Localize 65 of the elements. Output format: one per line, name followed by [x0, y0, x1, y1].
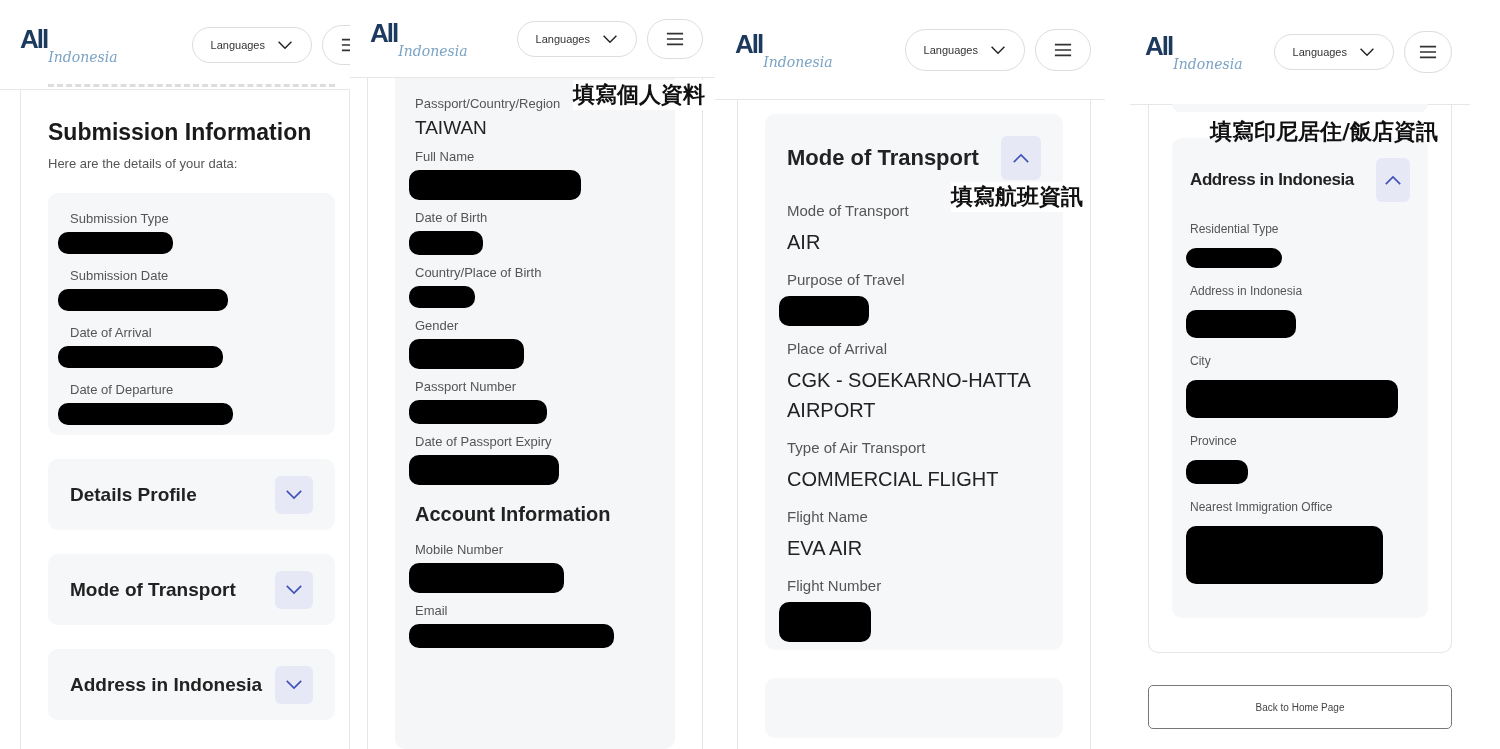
- chevron-down-icon: [285, 584, 303, 595]
- field-label: Province: [1190, 434, 1238, 448]
- field-value: TAIWAN: [415, 117, 488, 139]
- field-label: Passport/Country/Region: [415, 96, 562, 111]
- annotation-text: 填寫個人資料: [573, 80, 705, 110]
- field-label: Address in Indonesia: [1190, 284, 1304, 298]
- languages-button[interactable]: Languages: [1273, 34, 1394, 70]
- chevron-down-icon: [285, 489, 303, 500]
- field-label: Flight Name: [787, 508, 869, 525]
- chevron-up-icon: [1012, 152, 1030, 164]
- subsection-title: Account Information: [415, 503, 612, 526]
- chevron-down-icon: [285, 679, 303, 690]
- field-label: Country/Place of Birth: [415, 265, 543, 280]
- field-label: Nearest Immigration Office: [1190, 500, 1334, 514]
- field-label: Passport Number: [415, 379, 518, 394]
- accordion-title: Mode of Transport: [70, 578, 236, 601]
- field-label: Date of Departure: [69, 382, 175, 397]
- chevron-down-icon: [990, 44, 1006, 55]
- field-label: Submission Date: [69, 268, 170, 283]
- accordion-title: Details Profile: [70, 483, 197, 506]
- field-value: CGK - SOEKARNO-HATTA AIRPORT: [787, 368, 1032, 423]
- field-label: Full Name: [415, 149, 476, 164]
- field-value: AIR: [787, 230, 822, 255]
- chevron-down-icon: [1359, 47, 1375, 57]
- accordion-title: Address in Indonesia: [70, 673, 263, 696]
- accordion-toggle[interactable]: [1376, 158, 1410, 202]
- accordion-toggle[interactable]: [275, 665, 313, 704]
- menu-button[interactable]: [1035, 28, 1091, 71]
- field-label: Residential Type: [1190, 222, 1280, 236]
- field-label: Type of Air Transport: [787, 439, 927, 456]
- field-value: EVA AIR: [787, 536, 864, 561]
- field-label: Submission Type: [69, 211, 170, 226]
- field-value: COMMERCIAL FLIGHT: [787, 467, 1000, 492]
- menu-icon: [1054, 42, 1072, 57]
- field-label: Date of Arrival: [69, 325, 153, 340]
- field-label: Date of Birth: [415, 210, 489, 225]
- field-label: Mobile Number: [415, 542, 505, 557]
- field-label: Flight Number: [787, 577, 883, 594]
- menu-button[interactable]: [1404, 31, 1452, 73]
- accordion-title: Address in Indonesia: [1190, 170, 1354, 190]
- accordion-toggle[interactable]: [275, 570, 313, 609]
- section-title: Submission Information: [48, 119, 313, 146]
- menu-icon: [666, 31, 684, 46]
- languages-button[interactable]: Languages: [904, 28, 1025, 71]
- field-label: City: [1190, 354, 1212, 368]
- annotation-text: 填寫印尼居住/飯店資訊: [1209, 118, 1438, 146]
- annotation-text: 填寫航班資訊: [951, 182, 1083, 212]
- languages-button[interactable]: Languages: [516, 20, 637, 57]
- field-label: Email: [415, 603, 449, 618]
- chevron-down-icon: [602, 33, 618, 44]
- field-label: Mode of Transport: [787, 202, 910, 219]
- chevron-up-icon: [1384, 174, 1402, 186]
- section-subtitle: Here are the details of your data:: [48, 156, 239, 171]
- accordion-title: Mode of Transport: [787, 145, 979, 171]
- accordion-toggle[interactable]: [275, 475, 313, 514]
- field-label: Date of Passport Expiry: [415, 434, 553, 449]
- accordion-toggle[interactable]: [1001, 136, 1041, 180]
- field-label: Place of Arrival: [787, 340, 889, 357]
- back-home-button[interactable]: Back to Home Page: [1148, 685, 1452, 729]
- field-label: Gender: [415, 318, 460, 333]
- languages-button[interactable]: Languages: [191, 26, 312, 63]
- field-label: Purpose of Travel: [787, 271, 906, 288]
- menu-icon: [1419, 45, 1437, 59]
- chevron-down-icon: [277, 39, 293, 50]
- menu-button[interactable]: [647, 18, 703, 59]
